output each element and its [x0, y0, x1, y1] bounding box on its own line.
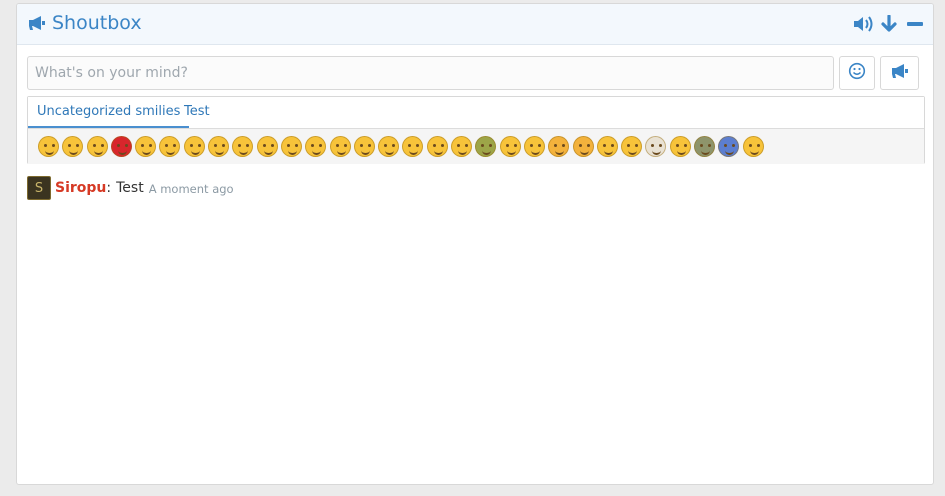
smilies-row — [28, 129, 924, 164]
message-time: A moment ago — [148, 182, 234, 196]
smilies-tabs: Uncategorized smilies Test — [28, 97, 924, 129]
message-input[interactable] — [27, 56, 834, 90]
devil-smilie-icon[interactable] — [718, 136, 740, 157]
page-title: Shoutbox — [52, 12, 142, 34]
dizzy-smilie-icon[interactable] — [305, 136, 327, 157]
shoutbox-header: Shoutbox — [17, 4, 933, 45]
shout-message: S Siropu : Test A moment ago — [27, 176, 234, 200]
tongue-smilie-icon[interactable] — [183, 136, 205, 157]
separator: : — [106, 180, 112, 196]
love-smilie-icon[interactable] — [402, 136, 424, 157]
blush-smilie-icon[interactable] — [669, 136, 691, 157]
oops-smilie-icon[interactable] — [256, 136, 278, 157]
kiss-smilie-icon[interactable] — [596, 136, 618, 157]
coffee-smilie-icon[interactable] — [645, 136, 667, 157]
tab-uncategorized-smilies[interactable]: Uncategorized smilies — [28, 97, 190, 128]
smilies-box: Uncategorized smilies Test — [27, 96, 925, 164]
thinking-smilie-icon[interactable] — [621, 136, 643, 157]
nerd-smilie-icon[interactable] — [742, 136, 764, 157]
thumbs-up-smilie-icon[interactable] — [548, 136, 570, 157]
input-row — [27, 56, 925, 90]
megaphone-icon — [27, 13, 47, 33]
eek-smilie-icon[interactable] — [232, 136, 254, 157]
avatar[interactable]: S — [27, 176, 51, 200]
zipper-smilie-icon[interactable] — [353, 136, 375, 157]
alien-smilie-icon[interactable] — [694, 136, 716, 157]
minimize-icon[interactable] — [905, 14, 925, 34]
sleeping-smilie-icon[interactable] — [499, 136, 521, 157]
tab-test[interactable]: Test — [175, 97, 219, 128]
unamused-smilie-icon[interactable] — [329, 136, 351, 157]
roll-eyes-smilie-icon[interactable] — [280, 136, 302, 157]
rofl-smilie-icon[interactable] — [451, 136, 473, 157]
volume-icon[interactable] — [853, 14, 873, 34]
frown-smilie-icon[interactable] — [86, 136, 108, 157]
header-controls — [853, 14, 925, 34]
send-button[interactable] — [880, 56, 919, 90]
smiley-button[interactable] — [839, 56, 875, 90]
cry-smilie-icon[interactable] — [378, 136, 400, 157]
sick-smilie-icon[interactable] — [475, 136, 497, 157]
smirk-smilie-icon[interactable] — [523, 136, 545, 157]
username[interactable]: Siropu — [55, 180, 106, 196]
megaphone-icon — [890, 61, 910, 85]
smiley-icon — [848, 62, 866, 84]
shoutbox-panel: Shoutbox What's on your mind? Uncategori… — [16, 3, 934, 485]
thumbs-down-smilie-icon[interactable] — [572, 136, 594, 157]
arrow-down-icon[interactable] — [879, 14, 899, 34]
avatar-letter: S — [34, 180, 44, 196]
mad-smilie-icon[interactable] — [110, 136, 132, 157]
smile-smilie-icon[interactable] — [38, 136, 59, 157]
confused-smilie-icon[interactable] — [135, 136, 157, 157]
grin-squint-smilie-icon[interactable] — [426, 136, 448, 157]
message-text: Test — [116, 180, 144, 196]
wink-smilie-icon[interactable] — [62, 136, 84, 157]
laugh-smilie-icon[interactable] — [208, 136, 230, 157]
cool-smilie-icon[interactable] — [159, 136, 181, 157]
title-wrap: Shoutbox — [27, 12, 142, 34]
